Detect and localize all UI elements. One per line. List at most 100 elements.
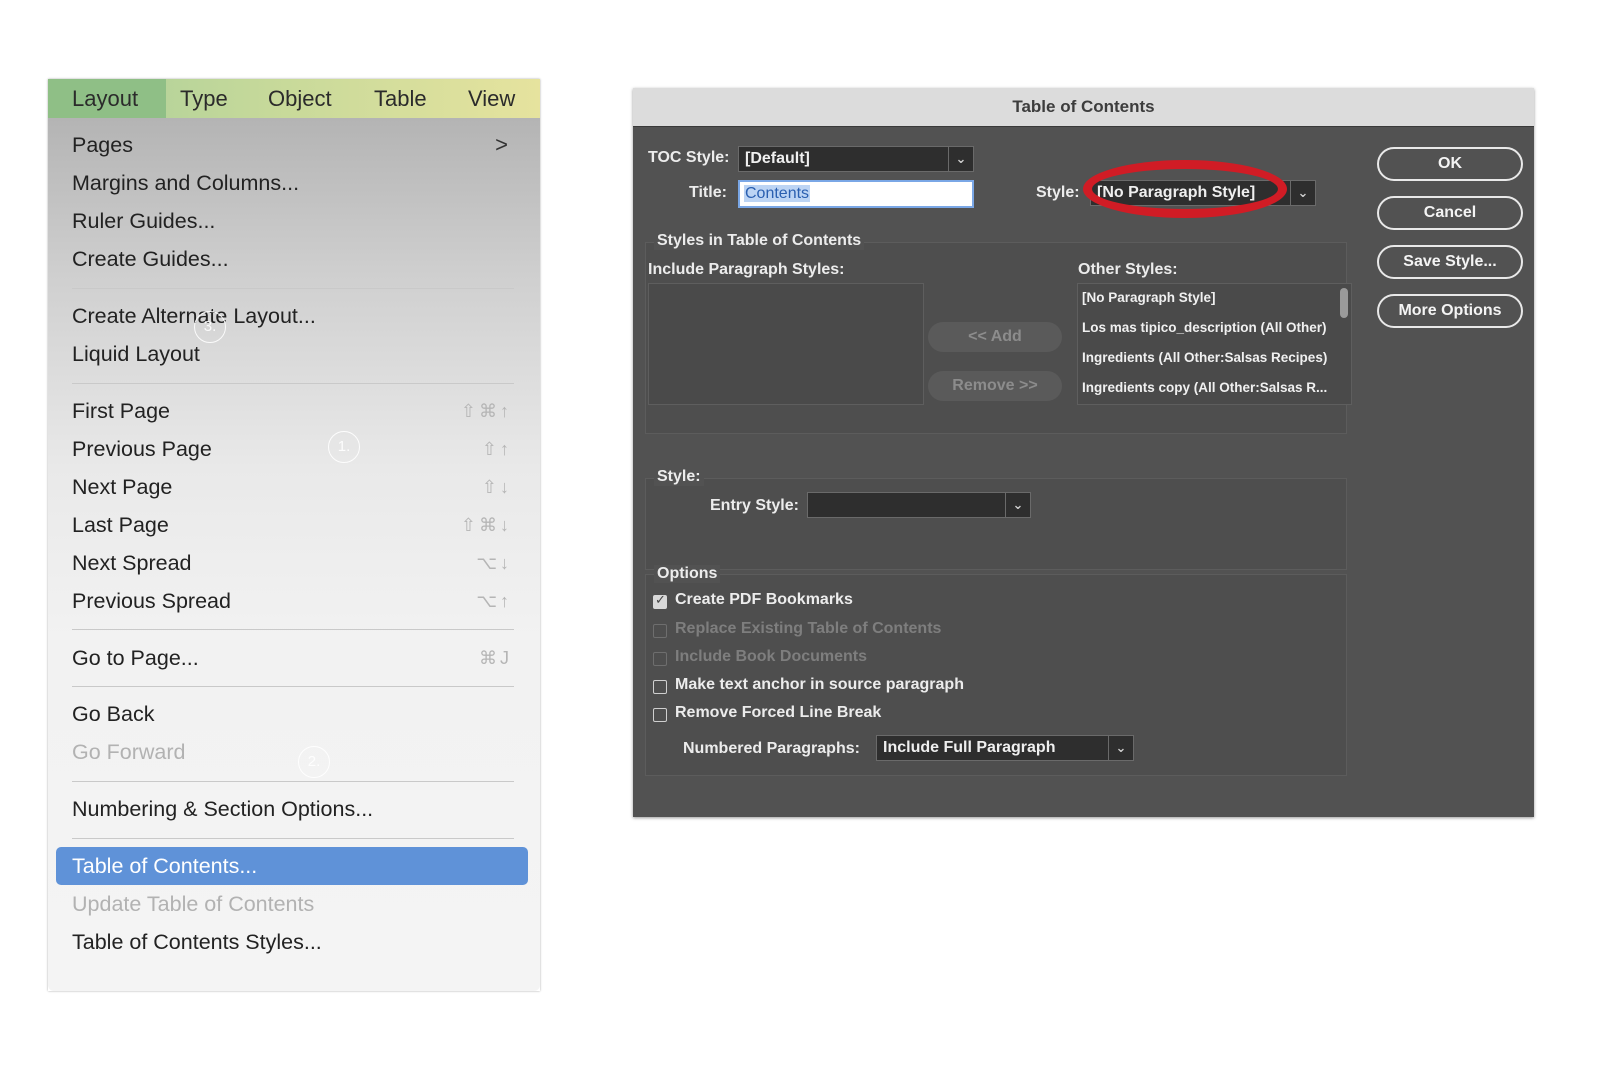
style-section-heading: Style:	[654, 468, 704, 486]
menu-item-label: Update Table of Contents	[72, 892, 315, 916]
options-heading: Options	[654, 565, 721, 583]
table-of-contents-dialog: Table of Contents TOC Style: [Default] ⌄…	[633, 88, 1534, 817]
list-item[interactable]: Ingredients copy (All Other:Salsas R...	[1082, 380, 1327, 395]
shortcut-label: ⇧⌘↓	[460, 515, 512, 535]
menu-item-margins-and-columns[interactable]: Margins and Columns...	[72, 165, 512, 201]
menu-item-numbering-section-options[interactable]: Numbering & Section Options...	[72, 791, 512, 827]
list-item[interactable]: Los mas tipico_description (All Other)	[1082, 320, 1327, 335]
step-marker: 1.	[328, 431, 360, 463]
entry-style-label: Entry Style:	[710, 497, 799, 514]
menu-item-label: Go Back	[72, 702, 155, 726]
list-scrollbar[interactable]	[1340, 288, 1348, 318]
menu-item-label: First Page	[72, 399, 170, 423]
replace-existing-toc-checkbox	[653, 624, 667, 638]
menu-item-create-alternate-layout[interactable]: Create Alternate Layout...	[72, 298, 512, 334]
menu-separator	[72, 686, 514, 687]
chevron-down-icon: ⌄	[1005, 493, 1030, 517]
make-text-anchor-checkbox[interactable]	[653, 680, 667, 694]
remove-forced-line-break-label: Remove Forced Line Break	[675, 704, 882, 721]
menu-item-label: Liquid Layout	[72, 342, 200, 366]
menu-item-label: Table of Contents...	[72, 854, 258, 878]
chevron-down-icon: ⌄	[1108, 736, 1133, 760]
menu-item-label: Go Forward	[72, 740, 186, 764]
menubar-object[interactable]: Object	[268, 79, 332, 118]
title-label: Title:	[689, 184, 727, 201]
menu-item-pages[interactable]: Pages >	[72, 127, 512, 163]
include-paragraph-styles-list[interactable]	[648, 283, 924, 405]
menu-item-label: Next Spread	[72, 551, 192, 575]
menu-item-label: Last Page	[72, 513, 169, 537]
menu-item-go-forward: Go Forward	[72, 734, 512, 770]
menu-item-label: Previous Page	[72, 437, 212, 461]
title-input[interactable]: Contents	[738, 180, 974, 208]
chevron-right-icon: >	[495, 132, 508, 157]
remove-forced-line-break-checkbox[interactable]	[653, 708, 667, 722]
chevron-down-icon: ⌄	[1290, 181, 1315, 205]
menu-item-ruler-guides[interactable]: Ruler Guides...	[72, 203, 512, 239]
menu-item-table-of-contents[interactable]: Table of Contents...	[56, 847, 528, 885]
menu-item-liquid-layout[interactable]: Liquid Layout	[72, 336, 512, 372]
list-item[interactable]: Ingredients (All Other:Salsas Recipes)	[1082, 350, 1327, 365]
include-book-documents-label: Include Book Documents	[675, 648, 868, 665]
menu-item-next-page[interactable]: Next Page ⇧↓	[72, 469, 512, 505]
toc-style-dropdown[interactable]: [Default] ⌄	[738, 146, 974, 172]
annotation-highlight-ring	[1083, 160, 1287, 218]
shortcut-label: ⌘J	[479, 648, 512, 668]
menu-separator	[72, 629, 514, 630]
menu-item-create-guides[interactable]: Create Guides...	[72, 241, 512, 277]
menu-bar: Layout Type Object Table View	[48, 79, 540, 118]
menu-item-label: Numbering & Section Options...	[72, 797, 374, 821]
replace-existing-toc-label: Replace Existing Table of Contents	[675, 620, 942, 637]
save-style-button[interactable]: Save Style...	[1377, 245, 1523, 279]
menu-item-table-of-contents-styles[interactable]: Table of Contents Styles...	[72, 924, 512, 960]
numbered-paragraphs-dropdown[interactable]: Include Full Paragraph ⌄	[876, 735, 1134, 761]
menu-item-label: Pages	[72, 133, 133, 157]
menu-separator	[72, 288, 514, 289]
menubar-table[interactable]: Table	[374, 79, 427, 118]
remove-style-button[interactable]: Remove >>	[928, 371, 1062, 401]
cancel-button[interactable]: Cancel	[1377, 196, 1523, 230]
menu-item-previous-spread[interactable]: Previous Spread ⌥↑	[72, 583, 512, 619]
ok-button[interactable]: OK	[1377, 147, 1523, 181]
list-item[interactable]: [No Paragraph Style]	[1082, 290, 1216, 305]
chevron-down-icon: ⌄	[948, 147, 973, 171]
menu-item-label: Create Guides...	[72, 247, 229, 271]
layout-dropdown-menu: Pages > Margins and Columns... Ruler Gui…	[48, 118, 540, 991]
shortcut-label: ⇧⌘↑	[460, 401, 512, 421]
more-options-button[interactable]: More Options	[1377, 294, 1523, 328]
other-styles-list[interactable]: [No Paragraph Style] Los mas tipico_desc…	[1077, 283, 1352, 405]
step-marker: 3.	[194, 311, 226, 343]
styles-in-toc-heading: Styles in Table of Contents	[654, 232, 865, 250]
menu-item-first-page[interactable]: First Page ⇧⌘↑	[72, 393, 512, 429]
title-style-label: Style:	[1036, 184, 1080, 201]
step-marker: 2.	[298, 746, 330, 778]
menu-item-label: Table of Contents Styles...	[72, 930, 322, 954]
title-input-value: Contents	[744, 185, 811, 202]
menu-item-label: Previous Spread	[72, 589, 231, 613]
menu-separator	[72, 838, 514, 839]
menu-item-next-spread[interactable]: Next Spread ⌥↓	[72, 545, 512, 581]
menu-separator	[72, 781, 514, 782]
menubar-view[interactable]: View	[468, 79, 515, 118]
add-style-button[interactable]: << Add	[928, 322, 1062, 352]
shortcut-label: ⇧↑	[481, 439, 512, 459]
menu-item-previous-page[interactable]: Previous Page ⇧↑	[72, 431, 512, 467]
menu-item-go-to-page[interactable]: Go to Page... ⌘J	[72, 640, 512, 676]
menubar-layout[interactable]: Layout	[48, 79, 166, 118]
create-pdf-bookmarks-checkbox[interactable]	[653, 592, 667, 609]
menu-item-label: Go to Page...	[72, 646, 199, 670]
menubar-type[interactable]: Type	[180, 79, 228, 118]
entry-style-dropdown[interactable]: ⌄	[807, 492, 1031, 518]
menu-item-go-back[interactable]: Go Back	[72, 696, 512, 732]
dialog-title: Table of Contents	[633, 88, 1534, 127]
shortcut-label: ⌥↓	[476, 553, 512, 573]
menu-item-label: Ruler Guides...	[72, 209, 216, 233]
make-text-anchor-label: Make text anchor in source paragraph	[675, 676, 964, 693]
toc-style-label: TOC Style:	[648, 149, 730, 166]
include-paragraph-styles-label: Include Paragraph Styles:	[648, 261, 845, 278]
numbered-paragraphs-label: Numbered Paragraphs:	[683, 740, 860, 757]
menu-item-last-page[interactable]: Last Page ⇧⌘↓	[72, 507, 512, 543]
menu-item-update-table-of-contents: Update Table of Contents	[72, 886, 512, 922]
other-styles-label: Other Styles:	[1078, 261, 1178, 278]
layout-menu-panel: Layout Type Object Table View Pages > Ma…	[48, 79, 540, 991]
